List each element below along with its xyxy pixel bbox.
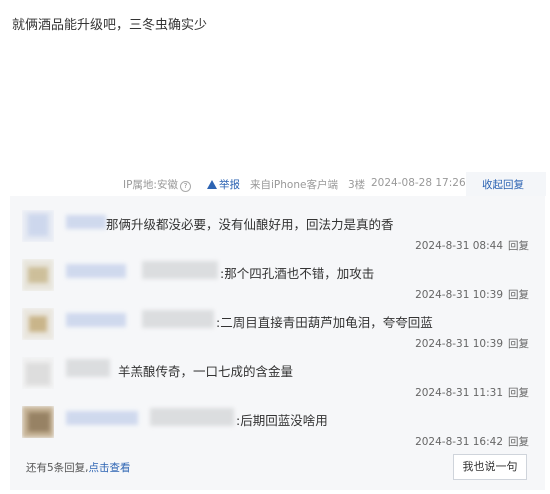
avatar[interactable] — [22, 308, 54, 340]
reply-item: :那个四孔酒也不错，加攻击 2024-8-31 10:39 回复 — [10, 253, 545, 305]
reply-text: :二周目直接青田葫芦加龟泪，夸夸回蓝 — [216, 315, 433, 330]
ip-location: IP属地:安徽? — [123, 177, 191, 192]
reply-meta: 2024-8-31 10:39 回复 — [415, 336, 529, 351]
reply-text: :后期回蓝没啥用 — [236, 413, 328, 428]
add-reply-button[interactable]: 我也说一句 — [453, 454, 527, 480]
reply-item: :后期回蓝没啥用 2024-8-31 16:42 回复 — [10, 400, 545, 452]
reply-meta: 2024-8-31 08:44 回复 — [415, 238, 529, 253]
mention-blurred[interactable] — [150, 408, 234, 426]
reply-time: 2024-8-31 08:44 — [415, 240, 503, 252]
client-source: 来自iPhone客户端 — [250, 179, 338, 191]
reply-time: 2024-8-31 11:31 — [415, 387, 503, 399]
reply-button[interactable]: 回复 — [508, 387, 529, 399]
reply-button[interactable]: 回复 — [508, 289, 529, 301]
reply-text: 羊羔酿传奇，一口七成的含金量 — [118, 364, 294, 379]
reply-item: 那俩升级都没必要，没有仙酿好用，回法力是真的香 2024-8-31 08:44 回… — [10, 204, 545, 256]
post-meta-bar: IP属地:安徽? 举报 来自iPhone客户端 3楼 2024-08-28 17… — [0, 172, 550, 196]
avatar[interactable] — [22, 259, 54, 291]
post-time: 2024-08-28 17:26 — [371, 177, 466, 189]
reply-button[interactable]: 回复 — [508, 338, 529, 350]
avatar[interactable] — [22, 357, 54, 389]
view-more-link[interactable]: 点击查看 — [89, 462, 131, 474]
reply-text: 那俩升级都没必要，没有仙酿好用，回法力是真的香 — [106, 217, 394, 232]
reply-button[interactable]: 回复 — [508, 436, 529, 448]
username-blurred[interactable] — [66, 411, 138, 425]
avatar[interactable] — [22, 406, 54, 438]
report-link[interactable]: 举报 — [207, 177, 240, 192]
reply-time: 2024-8-31 10:39 — [415, 289, 503, 301]
reply-item: 羊羔酿传奇，一口七成的含金量 2024-8-31 11:31 回复 — [10, 351, 545, 403]
mention-blurred[interactable] — [142, 310, 214, 328]
help-icon[interactable]: ? — [179, 181, 191, 192]
reply-time: 2024-8-31 10:39 — [415, 338, 503, 350]
post-content: 就俩酒品能升级吧，三冬虫确实少 — [12, 18, 208, 33]
reply-text: :那个四孔酒也不错，加攻击 — [220, 266, 375, 281]
reply-panel: 那俩升级都没必要，没有仙酿好用，回法力是真的香 2024-8-31 08:44 回… — [10, 196, 545, 490]
collapse-replies-button[interactable]: 收起回复 — [466, 172, 546, 196]
reply-button[interactable]: 回复 — [508, 240, 529, 252]
warning-icon — [207, 180, 217, 189]
reply-meta: 2024-8-31 11:31 回复 — [415, 385, 529, 400]
username-blurred[interactable] — [66, 264, 126, 278]
reply-item: :二周目直接青田葫芦加龟泪，夸夸回蓝 2024-8-31 10:39 回复 — [10, 302, 545, 354]
reply-meta: 2024-8-31 16:42 回复 — [415, 434, 529, 449]
more-replies: 还有5条回复,点击查看 — [26, 460, 131, 475]
reply-meta: 2024-8-31 10:39 回复 — [415, 287, 529, 302]
reply-time: 2024-8-31 16:42 — [415, 436, 503, 448]
avatar[interactable] — [22, 210, 54, 242]
username-blurred[interactable] — [66, 359, 110, 377]
floor-number: 3楼 — [348, 179, 366, 191]
username-blurred[interactable] — [66, 313, 126, 327]
more-replies-count: 还有5条回复, — [26, 462, 89, 474]
mention-blurred[interactable] — [142, 261, 218, 279]
username-blurred[interactable] — [66, 215, 106, 229]
